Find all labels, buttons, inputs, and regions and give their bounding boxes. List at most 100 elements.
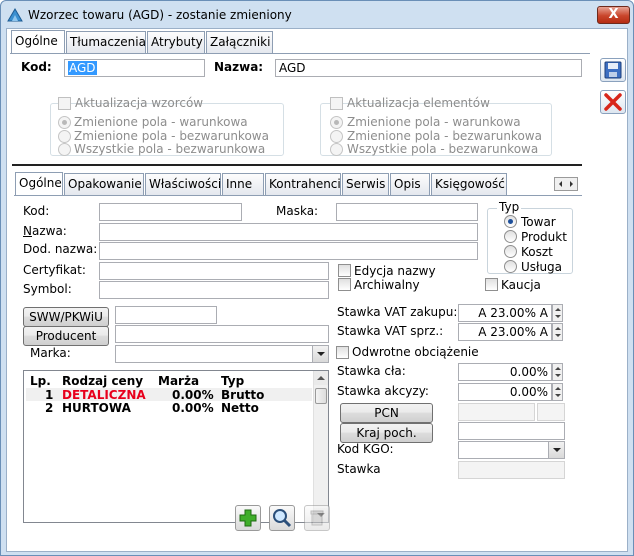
table-row-1-name[interactable]: DETALICZNA xyxy=(62,388,146,402)
window-title: Wzorzec towaru (AGD) - zostanie zmienion… xyxy=(28,8,292,22)
inner-tab-opakowanie[interactable]: Opakowanie xyxy=(64,173,144,195)
akcyzy-input[interactable]: 0.00% xyxy=(458,383,552,401)
inner-tab-opis[interactable]: Opis xyxy=(390,173,430,195)
nazwa-field-label: Nazwa: xyxy=(23,224,67,238)
tab-zalaczniki[interactable]: Załączniki xyxy=(206,31,273,53)
producent-input[interactable] xyxy=(115,325,329,343)
cancel-button[interactable] xyxy=(600,90,626,114)
vat-sprz-spinner[interactable] xyxy=(552,323,563,341)
price-table[interactable]: Lp. Rodzaj ceny Marża Typ 1 DETALICZNA 0… xyxy=(23,370,329,523)
certyfikat-input[interactable] xyxy=(99,262,329,280)
table-row-2-name[interactable]: HURTOWA xyxy=(62,401,131,415)
typ-option-towar: Towar xyxy=(521,215,556,229)
table-row-1-lp: 1 xyxy=(45,388,54,402)
update-elements-checkbox[interactable] xyxy=(330,97,343,110)
vat-sprz-label: Stawka VAT sprz.: xyxy=(337,324,444,338)
kod-value: AGD xyxy=(68,61,97,75)
nazwa-input[interactable]: AGD xyxy=(275,59,582,77)
scroll-thumb[interactable] xyxy=(315,388,327,404)
tab-divider xyxy=(10,53,590,54)
archiwalny-checkbox[interactable] xyxy=(338,278,351,291)
update-templates-radio-0[interactable] xyxy=(58,116,71,129)
close-button[interactable]: X xyxy=(597,6,630,24)
tab-scroll-buttons[interactable] xyxy=(554,177,578,191)
save-button[interactable] xyxy=(600,58,626,82)
tab-atrybuty[interactable]: Atrybuty xyxy=(147,31,205,53)
maska-input[interactable] xyxy=(336,203,478,221)
pcn-code-input[interactable] xyxy=(458,403,535,421)
vat-zakup-spinner[interactable] xyxy=(552,304,563,322)
title-bar[interactable]: Wzorzec towaru (AGD) - zostanie zmienion… xyxy=(1,1,633,29)
kgo-label: Kod KGO: xyxy=(337,442,394,456)
chevron-down-icon[interactable] xyxy=(548,442,564,458)
kgo-dropdown[interactable] xyxy=(458,441,565,459)
update-elements-radio-2[interactable] xyxy=(330,143,343,156)
edycja-nazwy-checkbox[interactable] xyxy=(338,264,351,277)
nazwa-field-input[interactable] xyxy=(99,223,478,241)
table-scrollbar[interactable] xyxy=(313,371,328,522)
akcyzy-spinner[interactable] xyxy=(552,383,563,401)
scroll-up-icon[interactable] xyxy=(314,371,328,385)
dod-nazwa-input[interactable] xyxy=(99,242,478,260)
inner-tab-ksiegowosc[interactable]: Księgowość xyxy=(431,173,507,195)
stawka-label: Stawka xyxy=(337,462,381,476)
archiwalny-label: Archiwalny xyxy=(354,278,420,292)
client-area: Ogólne Tłumaczenia Atrybuty Załączniki K… xyxy=(6,28,628,552)
update-templates-option-1: Zmienione pola - bezwarunkowa xyxy=(74,129,269,143)
inner-tab-wlasciwosci[interactable]: Właściwości xyxy=(145,173,221,195)
kraj-pochodzenia-button[interactable]: Kraj poch. xyxy=(340,423,433,443)
update-templates-title: Aktualizacja wzorców xyxy=(75,96,204,110)
update-templates-option-0: Zmienione pola - warunkowa xyxy=(74,115,248,129)
pcn-extra-input[interactable] xyxy=(537,403,565,421)
update-elements-option-0: Zmienione pola - warunkowa xyxy=(347,115,521,129)
inner-tab-serwis[interactable]: Serwis xyxy=(342,173,389,195)
typ-radio-towar[interactable] xyxy=(504,215,517,228)
kaucja-checkbox[interactable] xyxy=(485,278,498,291)
table-header-marza: Marża xyxy=(158,374,200,388)
update-elements-radio-0[interactable] xyxy=(330,116,343,129)
typ-radio-koszt[interactable] xyxy=(504,245,517,258)
update-elements-option-2: Wszystkie pola - bezwarunkowa xyxy=(347,142,539,156)
marka-label: Marka: xyxy=(30,346,71,360)
vat-zakup-input[interactable]: A 23.00% A xyxy=(458,304,552,322)
delete-button[interactable] xyxy=(304,505,330,531)
inner-tab-inne[interactable]: Inne xyxy=(222,173,264,195)
chevron-down-icon[interactable] xyxy=(312,346,328,362)
preview-button[interactable] xyxy=(269,505,295,531)
update-templates-radio-2[interactable] xyxy=(58,143,71,156)
magnifier-icon xyxy=(273,509,292,528)
akcyzy-label: Stawka akcyzy: xyxy=(337,384,429,398)
sww-pkwiu-button[interactable]: SWW/PKWiU xyxy=(23,307,109,327)
typ-radio-produkt[interactable] xyxy=(504,230,517,243)
table-header-rodzaj: Rodzaj ceny xyxy=(62,374,144,388)
typ-option-koszt: Koszt xyxy=(521,245,553,259)
inner-tab-ogolne[interactable]: Ogólne xyxy=(15,172,63,196)
pcn-button[interactable]: PCN xyxy=(340,403,433,423)
producent-button[interactable]: Producent xyxy=(23,326,109,346)
symbol-input[interactable] xyxy=(99,281,329,299)
table-row-2-typ: Netto xyxy=(221,401,259,415)
floppy-disk-icon xyxy=(604,61,622,79)
tab-tlumaczenia[interactable]: Tłumaczenia xyxy=(66,31,146,53)
kraj-pochodzenia-input[interactable] xyxy=(458,422,565,440)
kod-field-input[interactable] xyxy=(99,203,242,221)
symbol-label: Symbol: xyxy=(23,282,72,296)
update-templates-option-2: Wszystkie pola - bezwarunkowa xyxy=(74,142,266,156)
add-button[interactable] xyxy=(235,505,261,531)
cla-spinner[interactable] xyxy=(552,363,563,381)
update-templates-radio-1[interactable] xyxy=(58,130,71,143)
tab-ogolne[interactable]: Ogólne xyxy=(11,30,65,54)
sww-pkwiu-input[interactable] xyxy=(115,306,217,324)
odwrotne-checkbox[interactable] xyxy=(336,346,349,359)
update-elements-radio-1[interactable] xyxy=(330,130,343,143)
marka-dropdown[interactable] xyxy=(115,345,329,363)
maska-label: Maska: xyxy=(276,204,319,218)
typ-radio-usluga[interactable] xyxy=(504,260,517,273)
stawka-input[interactable] xyxy=(458,461,565,479)
cla-input[interactable]: 0.00% xyxy=(458,363,552,381)
inner-tab-kontrahenci[interactable]: Kontrahenci xyxy=(265,173,341,195)
kod-input[interactable]: AGD xyxy=(64,59,205,77)
update-templates-checkbox[interactable] xyxy=(58,97,71,110)
nazwa-field-label-rest: azwa: xyxy=(31,224,67,238)
vat-sprz-input[interactable]: A 23.00% A xyxy=(458,323,552,341)
